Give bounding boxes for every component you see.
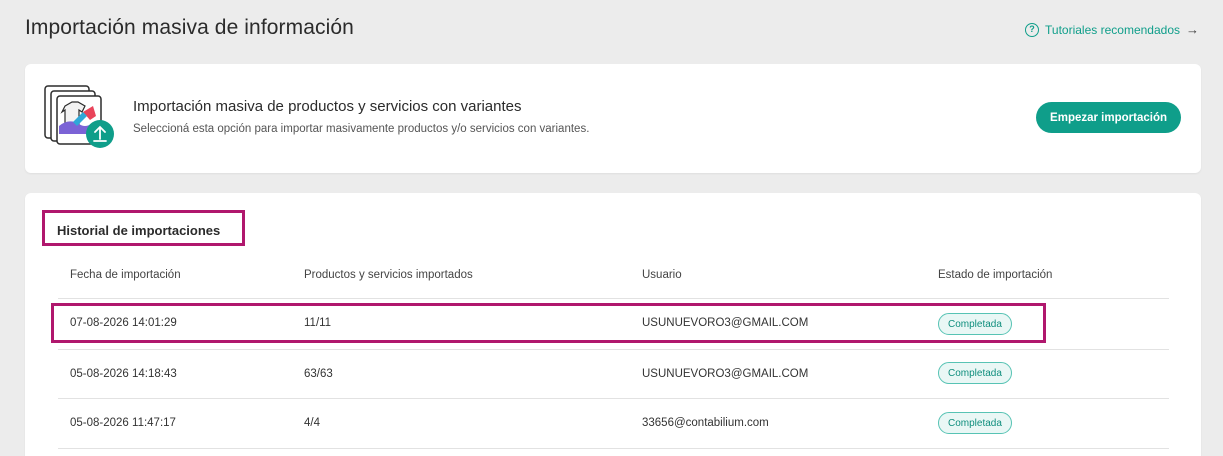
- column-header-count: Productos y servicios importados: [304, 269, 473, 281]
- import-card-description: Seleccioná esta opción para importar mas…: [133, 123, 590, 135]
- row-count: 63/63: [304, 368, 333, 380]
- page-title: Importación masiva de información: [25, 16, 354, 39]
- history-title: Historial de importaciones: [57, 223, 221, 238]
- table-divider: [58, 398, 1169, 399]
- start-import-button[interactable]: Empezar importación: [1036, 102, 1181, 133]
- row-user: 33656@contabilium.com: [642, 417, 769, 429]
- column-header-date: Fecha de importación: [70, 269, 181, 281]
- column-header-status: Estado de importación: [938, 269, 1053, 281]
- row-user: USUNUEVORO3@GMAIL.COM: [642, 368, 809, 380]
- row-count: 4/4: [304, 417, 320, 429]
- tutorials-link[interactable]: ? Tutoriales recomendados →: [1025, 22, 1199, 37]
- import-card-title: Importación masiva de productos y servic…: [133, 98, 522, 115]
- clothing-upload-icon: [43, 82, 117, 154]
- import-card: Importación masiva de productos y servic…: [25, 64, 1201, 173]
- row-date: 05-08-2026 11:47:17: [70, 417, 176, 429]
- arrow-right-icon: →: [1186, 22, 1199, 37]
- question-circle-icon: ?: [1025, 22, 1040, 37]
- row-date: 05-08-2026 14:18:43: [70, 368, 177, 380]
- status-badge: Completada: [938, 362, 1012, 384]
- row-highlight: [51, 303, 1046, 343]
- table-divider: [58, 298, 1169, 299]
- table-divider: [58, 349, 1169, 350]
- tutorials-label: Tutoriales recomendados: [1045, 22, 1180, 37]
- table-divider: [58, 448, 1169, 449]
- column-header-user: Usuario: [642, 269, 682, 281]
- status-badge: Completada: [938, 412, 1012, 434]
- history-card: Historial de importaciones Fecha de impo…: [25, 193, 1201, 456]
